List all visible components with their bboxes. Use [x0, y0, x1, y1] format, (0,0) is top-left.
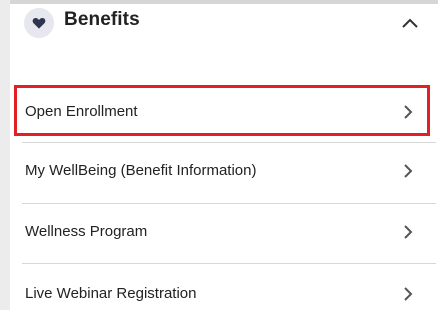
menu-item-open-enrollment[interactable]: Open Enrollment [12, 84, 436, 141]
chevron-right-icon [402, 224, 414, 240]
menu-item-my-wellbeing[interactable]: My WellBeing (Benefit Information) [12, 143, 436, 202]
chevron-up-icon[interactable] [400, 14, 420, 32]
left-edge [0, 0, 10, 310]
chevron-right-icon [402, 104, 414, 120]
section-title: Benefits [64, 9, 140, 30]
heart-icon [24, 8, 54, 38]
benefits-panel: Benefits Open Enrollment My WellBeing (B… [10, 0, 438, 310]
menu-item-live-webinar-registration[interactable]: Live Webinar Registration [12, 264, 436, 310]
menu-item-wellness-program[interactable]: Wellness Program [12, 204, 436, 262]
chevron-right-icon [402, 286, 414, 302]
menu-item-label: Wellness Program [25, 223, 148, 240]
benefits-section-header[interactable]: Benefits [10, 0, 438, 48]
menu-item-label: Open Enrollment [25, 103, 138, 120]
chevron-right-icon [402, 163, 414, 179]
menu-item-label: Live Webinar Registration [25, 285, 197, 302]
menu-item-label: My WellBeing (Benefit Information) [25, 162, 257, 179]
